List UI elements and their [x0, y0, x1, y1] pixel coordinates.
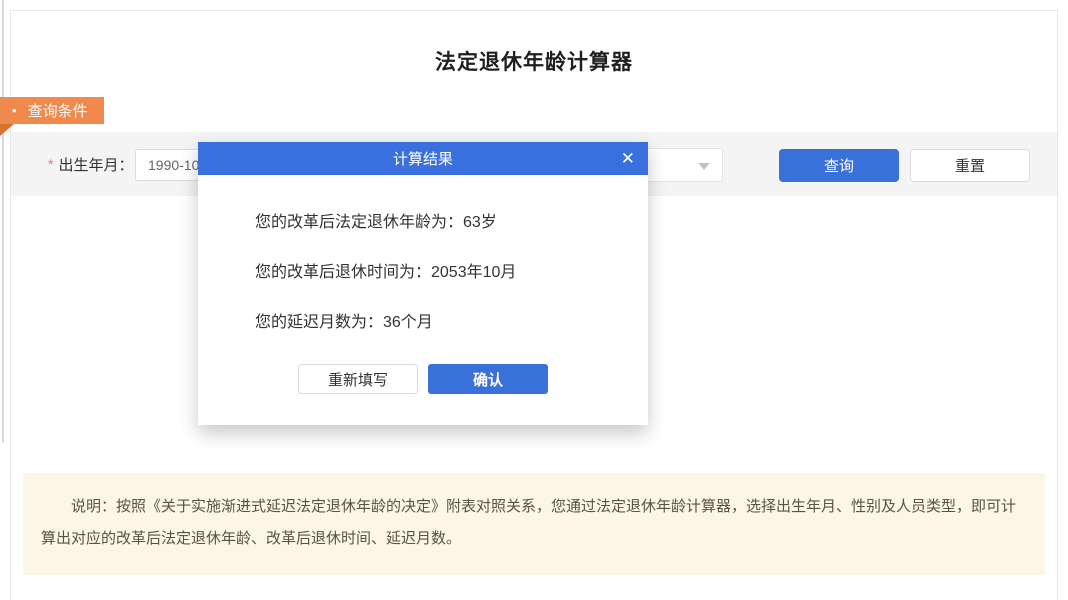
bullet-icon: •	[12, 104, 17, 117]
birth-month-label: * 出生年月：	[48, 132, 133, 196]
page-title: 法定退休年龄计算器	[0, 46, 1068, 76]
result-retirement-date: 您的改革后退休时间为：2053年10月	[255, 262, 516, 284]
result-modal-title: 计算结果	[393, 148, 453, 169]
explanation-note-text: 说明：按照《关于实施渐进式延迟法定退休年龄的决定》附表对照关系，您通过法定退休年…	[41, 491, 1027, 555]
close-icon[interactable]: ✕	[621, 142, 635, 175]
reset-button[interactable]: 重置	[910, 149, 1030, 182]
result-modal: 计算结果 ✕ 您的改革后法定退休年龄为：63岁 您的改革后退休时间为：2053年…	[198, 142, 648, 425]
result-retirement-age: 您的改革后法定退休年龄为：63岁	[255, 212, 497, 234]
section-tag-label: 查询条件	[28, 100, 88, 121]
result-delay-months: 您的延迟月数为：36个月	[255, 312, 433, 334]
retirement-calculator-page: 法定退休年龄计算器 • 查询条件 * 出生年月： 查询 重置 说明：按照《关于实…	[0, 0, 1068, 600]
ribbon-fold	[0, 124, 14, 136]
required-mark: *	[48, 156, 53, 172]
query-button[interactable]: 查询	[779, 149, 899, 182]
birth-month-label-text: 出生年月：	[58, 154, 133, 175]
explanation-note: 说明：按照《关于实施渐进式延迟法定退休年龄的决定》附表对照关系，您通过法定退休年…	[23, 473, 1045, 575]
result-modal-header: 计算结果 ✕	[198, 142, 648, 175]
refill-button[interactable]: 重新填写	[298, 364, 418, 394]
section-tag-query-conditions: • 查询条件	[0, 97, 104, 124]
chevron-down-icon	[698, 163, 710, 170]
confirm-button[interactable]: 确认	[428, 364, 548, 394]
